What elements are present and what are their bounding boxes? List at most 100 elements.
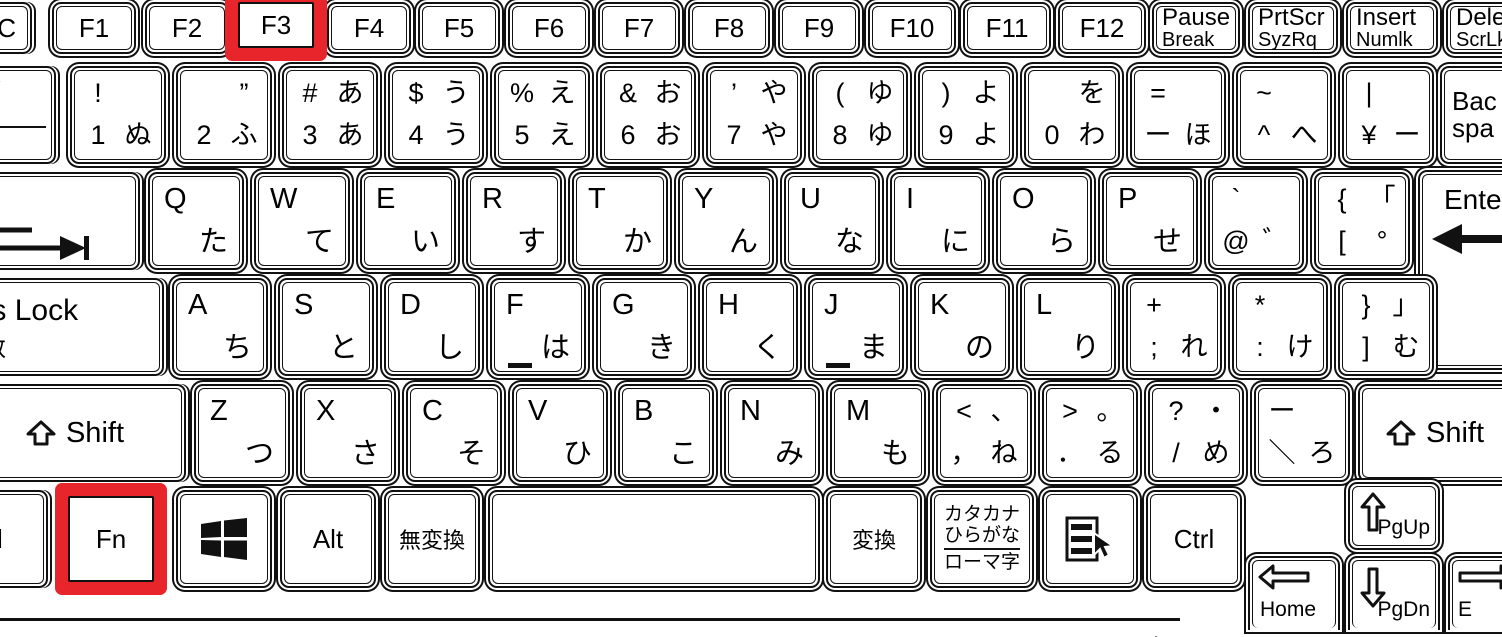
key-f6[interactable]: F6 [508, 2, 590, 54]
key-minus[interactable]: = ー ほ [1130, 66, 1226, 164]
key-insert-numlk[interactable]: Insert Numlk [1346, 2, 1438, 54]
key-u[interactable]: U な [784, 172, 880, 270]
key-context-menu[interactable] [1042, 490, 1138, 588]
key-backspace[interactable]: Bac spa [1440, 66, 1502, 164]
key-0[interactable]: を 0 わ [1024, 66, 1120, 164]
key-j[interactable]: J ま [808, 278, 904, 376]
key-e[interactable]: E い [360, 172, 456, 270]
key-tab[interactable]: ab [0, 172, 140, 270]
key-s[interactable]: S と [278, 278, 374, 376]
key-p[interactable]: P せ [1102, 172, 1198, 270]
key-f10-label: F10 [889, 12, 935, 43]
key-a-latin: A [188, 289, 208, 321]
key-h[interactable]: H く [702, 278, 798, 376]
key-delete-label: Dele [1456, 3, 1502, 31]
key-arrow-up[interactable]: PgUp [1348, 482, 1440, 550]
key-f3[interactable]: F3 [238, 2, 314, 48]
key-f9[interactable]: F9 [778, 2, 860, 54]
key-t[interactable]: T か [572, 172, 668, 270]
key-7[interactable]: ’ や 7 や [706, 66, 802, 164]
key-a[interactable]: A ち [172, 278, 268, 376]
key-1[interactable]: ! 1 ぬ [70, 66, 166, 164]
key-g[interactable]: G き [596, 278, 692, 376]
key-f5[interactable]: F5 [418, 2, 500, 54]
key-l[interactable]: L り [1020, 278, 1116, 376]
key-yen-base: ¥ [1361, 119, 1377, 150]
key-b[interactable]: B こ [618, 384, 714, 482]
key-at[interactable]: ` @ ゛ [1208, 172, 1304, 270]
key-bracket-left[interactable]: { 「 [ ° [1314, 172, 1410, 270]
key-4[interactable]: $ う 4 う [388, 66, 484, 164]
key-3[interactable]: # あ 3 あ [282, 66, 378, 164]
key-2[interactable]: ” 2 ふ [176, 66, 272, 164]
key-f10[interactable]: F10 [868, 2, 956, 54]
key-d[interactable]: D し [384, 278, 480, 376]
key-muhenkan[interactable]: 無変換 [384, 490, 480, 588]
key-esc[interactable]: SC [0, 2, 32, 54]
key-f[interactable]: F は [490, 278, 586, 376]
key-semicolon[interactable]: + ; れ [1126, 278, 1222, 376]
key-f1[interactable]: F1 [52, 2, 136, 54]
key-slash[interactable]: ? ・ / め [1148, 384, 1244, 482]
key-k[interactable]: K の [914, 278, 1010, 376]
key-ctrl-left[interactable]: trl [0, 490, 48, 588]
key-period-shift: > [1062, 395, 1078, 426]
key-6[interactable]: & お 6 お [600, 66, 696, 164]
key-x[interactable]: X さ [300, 384, 396, 482]
key-f11[interactable]: F11 [963, 2, 1051, 54]
key-i[interactable]: I に [890, 172, 986, 270]
key-b-latin: B [634, 395, 654, 427]
key-arrow-left[interactable]: Home [1248, 556, 1340, 630]
key-o[interactable]: O ら [996, 172, 1092, 270]
key-z[interactable]: Z つ [194, 384, 290, 482]
key-fn[interactable]: Fn [68, 496, 154, 582]
key-yen[interactable]: | ¥ ー [1342, 66, 1434, 164]
key-c[interactable]: C そ [406, 384, 502, 482]
key-l-latin: L [1036, 289, 1053, 321]
key-s-kana: と [328, 332, 358, 364]
key-comma[interactable]: < 、 ， ね [936, 384, 1032, 482]
key-u-kana: な [834, 226, 864, 258]
key-prtscr-syzrq[interactable]: PrtScr SyzRq [1248, 2, 1338, 54]
key-ctrl-right[interactable]: Ctrl [1146, 490, 1242, 588]
key-katakana-hiragana-romaji[interactable]: カタカナ ひらがな ローマ字 [930, 490, 1034, 588]
key-f8[interactable]: F8 [688, 2, 770, 54]
key-alt-left[interactable]: Alt [280, 490, 376, 588]
key-f12[interactable]: F12 [1058, 2, 1146, 54]
key-v[interactable]: V ひ [512, 384, 608, 482]
key-delete-scrlk[interactable]: Dele ScrLk [1446, 2, 1502, 54]
key-alt-left-label: Alt [312, 523, 344, 554]
key-period[interactable]: > 。 ． る [1042, 384, 1138, 482]
key-f4[interactable]: F4 [327, 2, 411, 54]
key-pause-break[interactable]: Pause Break [1152, 2, 1240, 54]
key-backslash-ro[interactable]: ー ＼ ろ [1254, 384, 1350, 482]
key-8-kana: ゆ [866, 119, 894, 150]
key-caret[interactable]: ~ ^ へ [1236, 66, 1332, 164]
key-3-base: 3 [302, 119, 318, 150]
key-n-latin: N [740, 395, 761, 427]
key-shift-right[interactable]: Shift [1358, 384, 1502, 482]
key-8[interactable]: ( ゆ 8 ゆ [812, 66, 908, 164]
key-henkan[interactable]: 変換 [826, 490, 922, 588]
key-5[interactable]: % え 5 え [494, 66, 590, 164]
key-q[interactable]: Q た [148, 172, 244, 270]
key-z-latin: Z [210, 395, 228, 427]
key-y[interactable]: Y ん [678, 172, 774, 270]
key-windows[interactable] [176, 490, 272, 588]
key-space[interactable] [488, 490, 820, 588]
key-hankaku-zenkaku[interactable]: 角 / 角 字 [0, 66, 56, 164]
key-shift-left[interactable]: Shift [0, 384, 186, 482]
key-colon[interactable]: * : け [1232, 278, 1328, 376]
key-f2[interactable]: F2 [145, 2, 229, 54]
key-caps-lock[interactable]: aps Lock 英数 [0, 278, 164, 376]
key-9[interactable]: ) よ 9 よ [918, 66, 1014, 164]
key-f7[interactable]: F7 [598, 2, 680, 54]
key-bracket-right[interactable]: } 」 ] む [1338, 278, 1434, 376]
key-arrow-right[interactable]: E [1448, 556, 1502, 630]
key-w[interactable]: W て [254, 172, 350, 270]
key-r[interactable]: R す [466, 172, 562, 270]
key-arrow-down[interactable]: PgDn [1348, 556, 1440, 630]
key-n[interactable]: N み [724, 384, 820, 482]
key-m[interactable]: M も [830, 384, 926, 482]
shift-arrow-icon [26, 420, 56, 446]
